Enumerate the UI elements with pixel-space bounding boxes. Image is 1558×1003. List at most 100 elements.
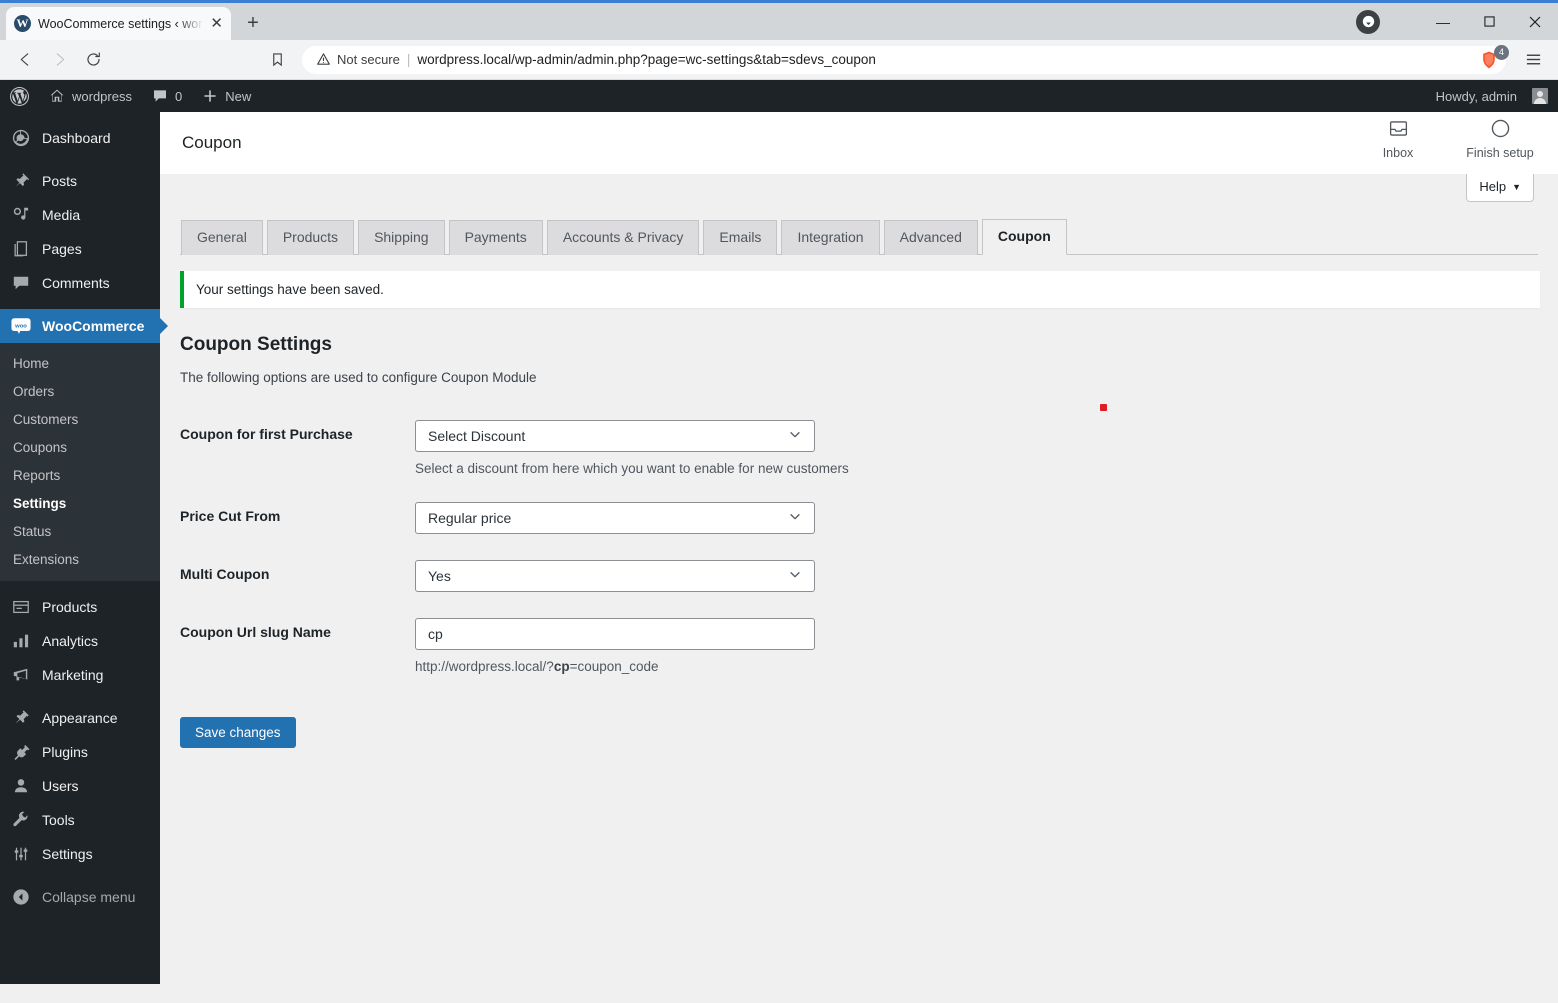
howdy-label: Howdy, admin	[1435, 88, 1517, 104]
sidebar-subitem-reports[interactable]: Reports	[0, 461, 160, 489]
forward-icon[interactable]	[44, 45, 74, 75]
chevron-down-icon: ▼	[1512, 181, 1521, 192]
tab-payments[interactable]: Payments	[448, 220, 543, 255]
save-changes-button[interactable]: Save changes	[180, 716, 296, 748]
tab-integration[interactable]: Integration	[781, 220, 880, 255]
sidebar-subitem-coupons[interactable]: Coupons	[0, 433, 160, 461]
sidebar-item-analytics[interactable]: Analytics	[0, 624, 160, 658]
submenu-label: Status	[13, 523, 52, 539]
back-icon[interactable]	[10, 45, 40, 75]
my-account-menu[interactable]: Howdy, admin	[1426, 80, 1558, 112]
media-icon	[11, 205, 31, 225]
sidebar-item-users[interactable]: Users	[0, 769, 160, 803]
tab-shipping[interactable]: Shipping	[358, 220, 445, 255]
bookmark-icon[interactable]	[262, 45, 292, 75]
close-window-button[interactable]	[1512, 3, 1558, 40]
sidebar-item-appearance[interactable]: Appearance	[0, 701, 160, 735]
sidebar-item-label: WooCommerce	[42, 318, 145, 334]
circle-progress-icon	[1490, 118, 1511, 142]
sidebar-item-products[interactable]: Products	[0, 590, 160, 624]
tab-emails[interactable]: Emails	[703, 220, 778, 255]
field-label: Price Cut From	[180, 507, 281, 524]
sidebar-item-comments[interactable]: Comments	[0, 266, 160, 300]
field-label: Multi Coupon	[180, 565, 270, 582]
field-control-cell: Regular price	[415, 489, 1540, 547]
sidebar-item-dashboard[interactable]: Dashboard	[0, 121, 160, 155]
price-cut-from-select[interactable]: Regular price	[415, 501, 815, 534]
submenu-label: Coupons	[13, 439, 68, 455]
sidebar-item-plugins[interactable]: Plugins	[0, 735, 160, 769]
field-label: Coupon for first Purchase	[180, 425, 353, 442]
sidebar-subitem-status[interactable]: Status	[0, 517, 160, 545]
field-control-cell: cp http://wordpress.local/?cp=coupon_cod…	[415, 605, 1540, 687]
inbox-label: Inbox	[1382, 146, 1414, 160]
sidebar-item-settings[interactable]: Settings	[0, 837, 160, 871]
brave-shields-icon[interactable]: 4	[1476, 44, 1509, 73]
browser-menu-icon[interactable]	[1518, 45, 1548, 75]
sidebar-item-tools[interactable]: Tools	[0, 803, 160, 837]
minimize-button[interactable]: —	[1420, 3, 1466, 40]
tab-products[interactable]: Products	[266, 220, 355, 255]
sidebar-item-label: Media	[42, 207, 81, 223]
maximize-button[interactable]	[1466, 3, 1512, 40]
inbox-icon	[1388, 118, 1409, 142]
menu-spacer-1	[0, 155, 160, 164]
wp-admin-bar: wordpress 0 New Howdy, admin	[0, 80, 1558, 112]
sidebar-subitem-settings[interactable]: Settings	[0, 489, 160, 517]
field-row-price-cut-from: Price Cut From Regular price	[180, 489, 1540, 547]
slug-url-value: cp	[553, 658, 570, 674]
finish-setup-button[interactable]: Finish setup	[1464, 118, 1536, 160]
coupon-for-first-purchase-select[interactable]: Select Discount	[415, 419, 815, 452]
sidebar-item-label: Analytics	[42, 633, 99, 649]
sidebar-item-posts[interactable]: Posts	[0, 164, 160, 198]
menu-spacer-top	[0, 112, 160, 121]
collapse-menu-button[interactable]: Collapse menu	[0, 880, 160, 914]
menu-spacer-5	[0, 871, 160, 880]
sidebar-subitem-extensions[interactable]: Extensions	[0, 545, 160, 573]
tab-accounts-privacy[interactable]: Accounts & Privacy	[546, 220, 700, 255]
tab-coupon[interactable]: Coupon	[981, 219, 1067, 255]
sidebar-item-media[interactable]: Media	[0, 198, 160, 232]
sidebar-item-marketing[interactable]: Marketing	[0, 658, 160, 692]
tab-advanced[interactable]: Advanced	[883, 220, 978, 255]
close-icon[interactable]: ✕	[210, 16, 223, 31]
sidebar-subitem-customers[interactable]: Customers	[0, 405, 160, 433]
sidebar-subitem-home[interactable]: Home	[0, 349, 160, 377]
sidebar-subitem-orders[interactable]: Orders	[0, 377, 160, 405]
finish-setup-label: Finish setup	[1466, 146, 1534, 160]
comments-icon	[11, 273, 31, 293]
new-content-menu[interactable]: New	[192, 80, 261, 112]
settings-tabs: General Products Shipping Payments Accou…	[180, 210, 1538, 255]
wc-header-actions: Inbox Finish setup	[1362, 118, 1536, 160]
sidebar-item-pages[interactable]: Pages	[0, 232, 160, 266]
settings-icon	[11, 844, 31, 864]
tab-general[interactable]: General	[181, 220, 263, 255]
multi-coupon-select[interactable]: Yes	[415, 559, 815, 592]
url-text: wordpress.local/wp-admin/admin.php?page=…	[417, 52, 876, 67]
security-indicator[interactable]: Not secure	[316, 52, 400, 67]
chevron-down-icon	[788, 427, 802, 444]
address-bar[interactable]: Not secure | wordpress.local/wp-admin/ad…	[302, 44, 1509, 74]
browser-tab[interactable]: W WooCommerce settings ‹ wordpr ✕	[6, 7, 231, 40]
marketing-icon	[11, 665, 31, 685]
field-label: Coupon Url slug Name	[180, 623, 331, 640]
select-value: Select Discount	[428, 427, 526, 444]
comment-count: 0	[174, 88, 183, 104]
help-tab-button[interactable]: Help ▼	[1466, 174, 1534, 202]
profile-avatar[interactable]	[1356, 9, 1380, 34]
inbox-button[interactable]: Inbox	[1362, 118, 1434, 160]
field-control-cell: Yes	[415, 547, 1540, 605]
site-name-menu[interactable]: wordpress	[39, 80, 142, 112]
comments-bubble[interactable]: 0	[142, 80, 192, 112]
wp-logo-menu[interactable]	[0, 80, 39, 112]
submenu-label: Settings	[13, 495, 67, 511]
chevron-down-icon	[788, 509, 802, 526]
reload-icon[interactable]	[78, 45, 108, 75]
submenu-label: Reports	[13, 467, 61, 483]
settings-saved-notice: Your settings have been saved.	[180, 270, 1540, 308]
new-tab-button[interactable]: +	[239, 9, 267, 37]
sidebar-item-woocommerce[interactable]: woo WooCommerce	[0, 309, 160, 343]
howdy-item[interactable]: Howdy, admin	[1426, 80, 1558, 112]
sidebar-item-label: Products	[42, 599, 98, 615]
coupon-url-slug-name-input[interactable]: cp	[415, 617, 815, 650]
